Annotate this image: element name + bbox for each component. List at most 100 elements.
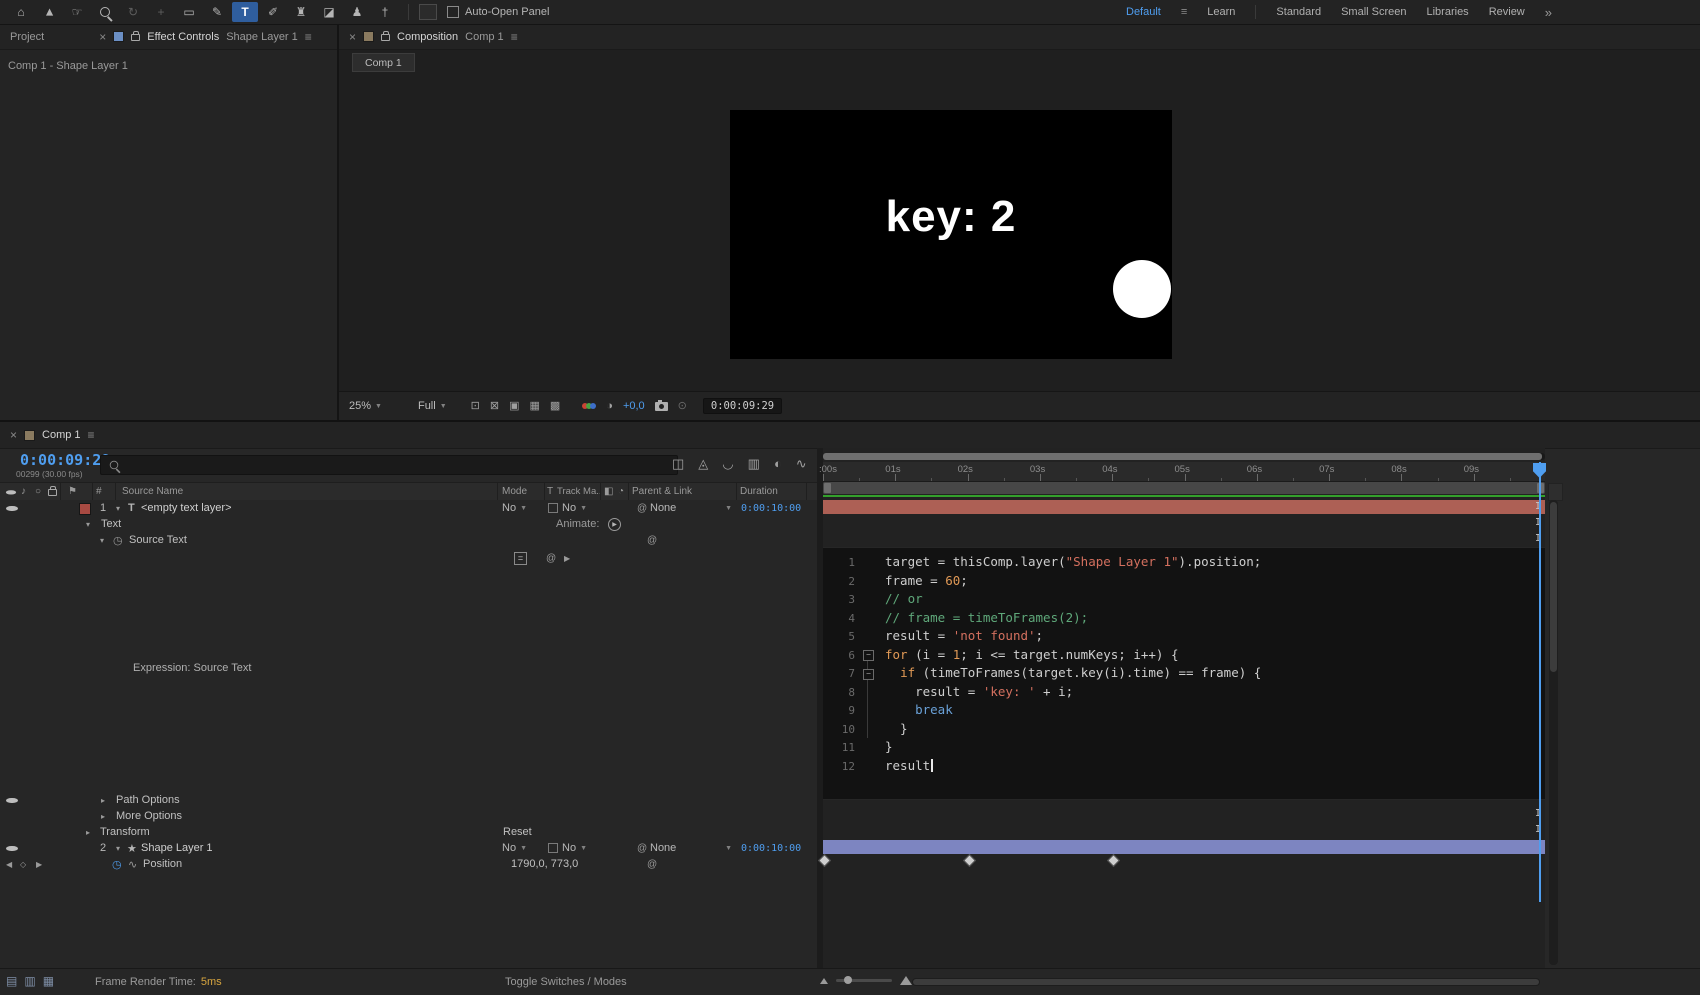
label-color-chip[interactable] [79,503,91,515]
comp-viewer[interactable]: key: 2 [339,72,1700,391]
timeline-graph[interactable]: :00s01s02s03s04s05s06s07s08s09s 1target … [823,448,1545,969]
track-matte-column-header[interactable]: Track Ma.. [557,483,602,500]
expression-editor[interactable]: 1target = thisComp.layer("Shape Layer 1"… [823,547,1545,800]
expression-language-icon[interactable]: ▶ [564,550,570,566]
motion-blur-icon[interactable]: ◐ [774,457,782,470]
exposure-icon[interactable]: ◑ [606,401,613,412]
expression-enable-icon[interactable]: = [514,552,527,565]
expand-in-out-icon[interactable]: ▦ [43,975,54,987]
comp-mini-flowchart-icon[interactable]: ◫ [672,457,684,470]
zoom-tool-icon[interactable] [92,2,118,22]
panel-menu-icon[interactable]: ≡ [88,428,95,442]
more-options-label[interactable]: More Options [116,808,182,824]
workspace-standard[interactable]: Standard [1276,6,1321,18]
matte-toggle-header[interactable]: T [547,483,553,500]
close-panel-icon[interactable]: × [99,30,106,44]
region-of-interest-icon[interactable]: ⊡ [471,401,480,412]
panel-menu-icon[interactable]: ≡ [511,30,518,44]
workspace-default[interactable]: Default [1126,6,1161,18]
text-group-row[interactable]: ▾ Text Animate: ▶ [0,516,817,532]
blend-mode-select[interactable]: No▼ [502,500,527,516]
hand-tool-icon[interactable]: ☞ [64,2,90,22]
code-line[interactable]: 3// or [823,590,1545,609]
eraser-tool-icon[interactable]: ◪ [316,2,342,22]
panel-menu-icon[interactable]: ≡ [305,30,312,44]
search-field[interactable] [100,455,678,475]
more-options-row[interactable]: ▸ More Options [0,808,817,824]
magnification-select[interactable]: 25%▼ [349,397,382,415]
type-tool-icon[interactable]: T [232,2,258,22]
frame-blending-icon[interactable]: ▥ [748,457,760,470]
timeline-horizontal-scrollbar[interactable] [912,978,1540,986]
duration-value[interactable]: 0:00:10:00 [741,840,801,856]
keyframe-diamond[interactable] [963,854,976,867]
close-panel-icon[interactable]: × [10,428,17,442]
zoom-slider[interactable] [836,979,892,982]
comp-marker-bin-icon[interactable] [1548,483,1563,501]
roto-brush-tool-icon[interactable]: ♟ [344,2,370,22]
clone-stamp-tool-icon[interactable]: ♜ [288,2,314,22]
parent-select[interactable]: None▼ [650,840,732,856]
current-timecode[interactable]: 0:00:09:29 [20,451,110,469]
source-text-row[interactable]: ▾ ◷ Source Text @ [0,532,817,548]
shy-layers-icon[interactable]: ◡ [722,457,733,470]
code-fold-icon[interactable]: − [863,650,874,661]
track-matte-select[interactable]: No▼ [562,840,587,856]
label-column-icon[interactable]: ⚑ [68,483,77,500]
code-line[interactable]: 11} [823,738,1545,757]
comp-nav-tab[interactable]: Comp 1 [352,53,415,72]
add-keyframe-icon[interactable]: ◇ [20,856,26,872]
work-area-bar[interactable] [823,482,1545,494]
parent-select[interactable]: None▼ [650,500,732,516]
code-line[interactable]: 5result = 'not found'; [823,627,1545,646]
scrollbar-thumb[interactable] [1550,502,1557,672]
blend-mode-select[interactable]: No▼ [502,840,527,856]
parent-pickwhip-icon[interactable]: @ [637,840,647,856]
mode-column-header[interactable]: Mode [502,483,527,500]
time-navigator-thumb[interactable] [823,453,1542,460]
layer-2-duration-bar[interactable] [823,840,1545,854]
workspace-overflow-icon[interactable]: » [1545,5,1552,20]
text-group-label[interactable]: Text [101,516,121,532]
timeline-zoom-control[interactable] [820,976,912,985]
stopwatch-icon[interactable]: ◷ [113,532,123,548]
show-snapshot-icon[interactable]: ⊙ [678,401,687,412]
track-matte-icon[interactable] [548,843,558,853]
code-line[interactable]: 12result [823,757,1545,776]
puppet-pin-tool-icon[interactable]: † [372,2,398,22]
parent-link-column-header[interactable]: Parent & Link [632,483,692,500]
position-value[interactable]: 1790,0, 773,0 [511,856,578,872]
layer-row-2[interactable]: 2 ▾ ★ Shape Layer 1 No▼ No▼ @ None▼ 0:00… [0,840,817,856]
workspace-libraries[interactable]: Libraries [1427,6,1469,18]
visibility-icon[interactable] [6,502,18,514]
code-line[interactable]: 8 result = 'key: ' + i; [823,683,1545,702]
guides-icon[interactable]: ▩ [550,401,560,412]
keyframe-diamond[interactable] [1107,854,1120,867]
zoom-out-mountain-icon[interactable] [820,978,828,984]
twirl-open-icon[interactable]: ▾ [100,532,104,548]
transparency-grid-icon[interactable]: ⊠ [490,401,499,412]
time-navigator[interactable] [823,453,1545,460]
position-row[interactable]: ◀ ◇ ▶ ◷ ∿ Position 1790,0, 773,0 @ [0,856,817,872]
layer-name[interactable]: Shape Layer 1 [141,840,213,856]
code-line[interactable]: 1target = thisComp.layer("Shape Layer 1"… [823,553,1545,572]
transform-row[interactable]: ▸ Transform Reset [0,824,817,840]
brush-tool-icon[interactable]: ✐ [260,2,286,22]
duration-column-header[interactable]: Duration [740,483,778,500]
index-column-header[interactable]: # [96,483,102,500]
tab-effect-controls-target[interactable]: Shape Layer 1 [226,31,298,43]
composition-canvas[interactable]: key: 2 [730,110,1172,359]
tab-timeline-comp[interactable]: Comp 1 [42,429,81,441]
workspace-small-screen[interactable]: Small Screen [1341,6,1406,18]
twirl-closed-icon[interactable]: ▸ [101,808,105,824]
position-label[interactable]: Position [143,856,182,872]
time-ruler[interactable]: :00s01s02s03s04s05s06s07s08s09s [823,462,1545,482]
auto-open-checkbox[interactable] [447,6,459,18]
auto-open-panel-option[interactable]: Auto-Open Panel [447,6,549,18]
twirl-closed-icon[interactable]: ▸ [86,824,90,840]
code-line[interactable]: 6−for (i = 1; i <= target.numKeys; i++) … [823,646,1545,665]
code-line[interactable]: 4// frame = timeToFrames(2); [823,609,1545,628]
pan-behind-tool-icon[interactable]: + [148,2,174,22]
transform-label[interactable]: Transform [100,824,150,840]
layer-name[interactable]: <empty text layer> [141,500,232,516]
